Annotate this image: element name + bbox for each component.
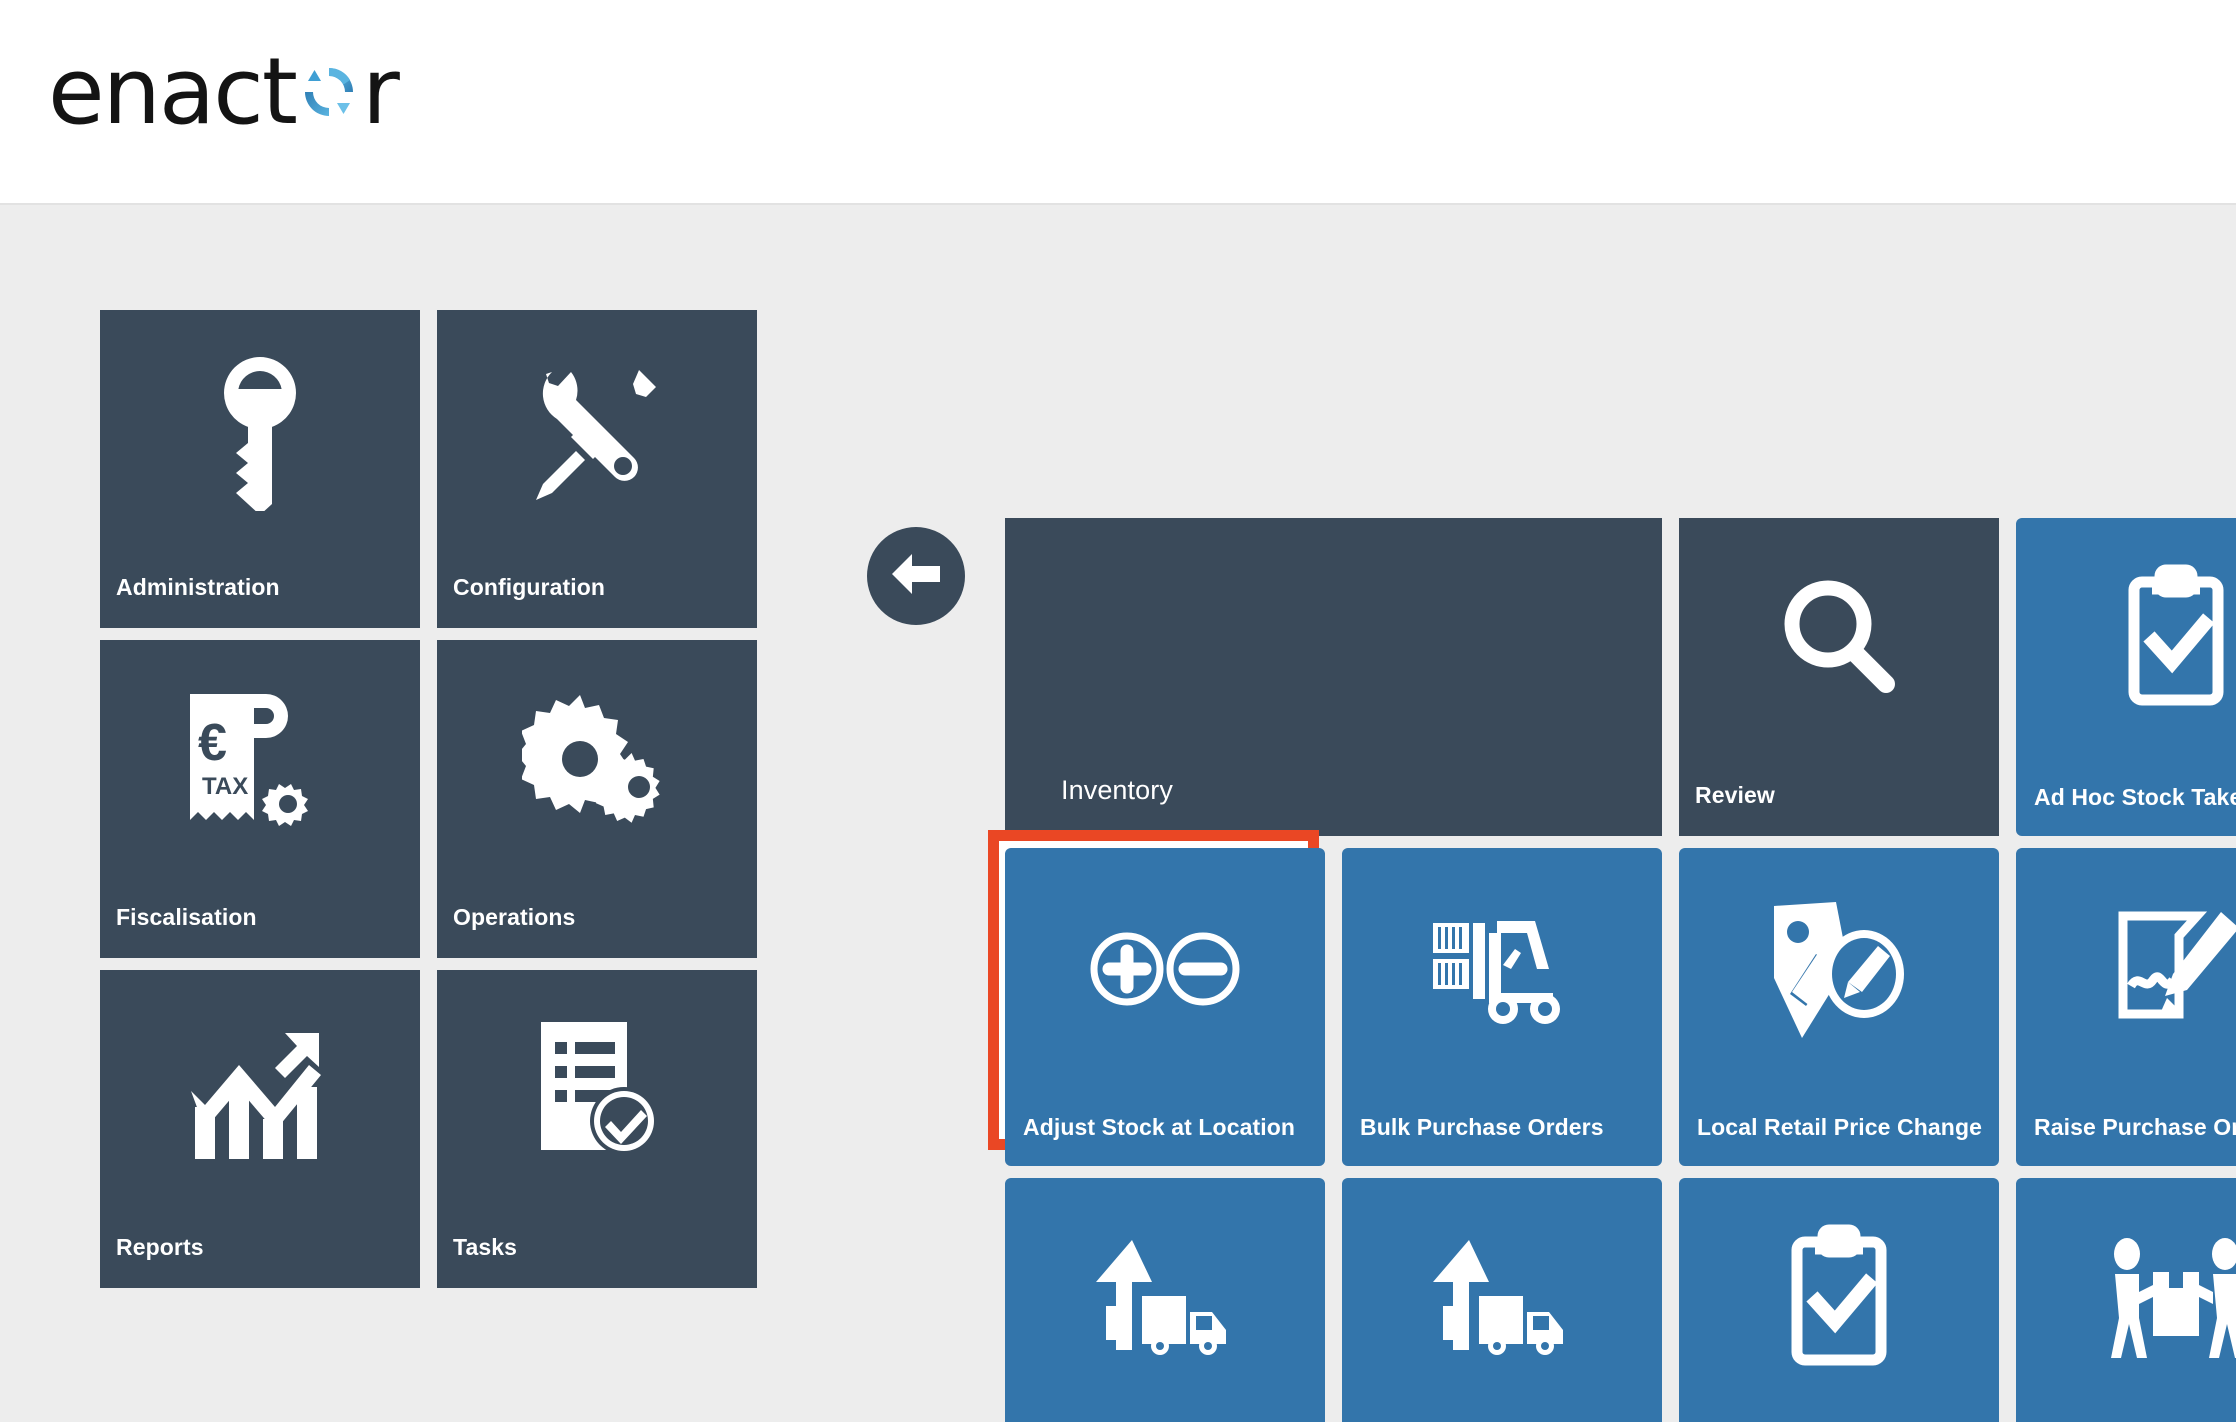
menu-tile-label: Tasks [453, 1234, 518, 1261]
inventory-tile-label: Review [1695, 782, 1775, 809]
inventory-tile-review[interactable]: Review [1679, 518, 1999, 836]
logo-text-before: enact [48, 37, 298, 145]
two-people-box-icon [2016, 1178, 2236, 1420]
bar-chart-arrow-icon [100, 970, 420, 1212]
menu-tile-label: Administration [116, 574, 280, 601]
page-title: Inventory [1061, 774, 1173, 805]
menu-tile-administration[interactable]: Administration [100, 310, 420, 628]
inventory-tile-label: Ad Hoc Stock Take [2034, 784, 2236, 811]
inventory-tile-label: Adjust Stock at Location [1023, 1114, 1296, 1141]
menu-tile-configuration[interactable]: Configuration [437, 310, 757, 628]
clipboard-check-icon [1679, 1178, 1999, 1420]
enactor-logo: enact r [48, 37, 400, 158]
inventory-tile-ad-hoc-stock-take[interactable]: Ad Hoc Stock Take [2016, 518, 2236, 836]
app-header: enact r [0, 0, 2236, 205]
magnifier-icon [1679, 518, 1999, 760]
gears-icon [437, 640, 757, 882]
plus-minus-circles-icon [1005, 848, 1325, 1090]
menu-tile-operations[interactable]: Operations [437, 640, 757, 958]
price-tag-pencil-icon [1679, 848, 1999, 1090]
menu-tile-label: Operations [453, 904, 576, 931]
inventory-tile-label: Local Retail Price Change [1697, 1114, 1982, 1141]
arrow-left-icon [890, 552, 942, 601]
clipboard-check-icon [2016, 518, 2236, 760]
warehouse-truck-icon [1005, 1178, 1325, 1420]
tax-receipt-gear-icon: TAX € [100, 640, 420, 882]
svg-text:TAX: TAX [202, 773, 248, 800]
inventory-tile-request-stock[interactable]: Request Stock [2016, 1178, 2236, 1422]
inventory-tile-local-retail-price-change[interactable]: Local Retail Price Change [1679, 848, 1999, 1166]
menu-board: Administration Configuration TAX € Fisca… [0, 205, 2236, 1422]
key-icon [100, 310, 420, 552]
back-button[interactable] [867, 527, 965, 625]
inventory-tile-receive-supplier-delivery[interactable]: Receive Supplier Delivery [1342, 1178, 1662, 1422]
svg-text:€: € [198, 714, 227, 772]
menu-tile-label: Reports [116, 1234, 204, 1261]
forklift-icon [1342, 848, 1662, 1090]
inventory-tile-adjust-stock-at-location[interactable]: Adjust Stock at Location [1005, 848, 1325, 1166]
inventory-tile-receive-distribution[interactable]: Receive Distribution [1005, 1178, 1325, 1422]
inventory-tile-bulk-purchase-orders[interactable]: Bulk Purchase Orders [1342, 848, 1662, 1166]
inventory-tile-raise-purchase-order[interactable]: Raise Purchase Order [2016, 848, 2236, 1166]
refresh-circle-icon [298, 61, 360, 123]
main-menu-grid: Administration Configuration TAX € Fisca… [100, 310, 757, 1288]
inventory-tile-request-stock-take[interactable]: Request Stock Take [1679, 1178, 1999, 1422]
inventory-tile-label: Raise Purchase Order [2034, 1114, 2236, 1141]
inventory-grid: Inventory Review Ad Hoc Stock Take Adjus… [1005, 518, 2236, 1422]
menu-tile-label: Configuration [453, 574, 606, 601]
inventory-tile-label: Bulk Purchase Orders [1360, 1114, 1604, 1141]
menu-tile-tasks[interactable]: Tasks [437, 970, 757, 1288]
logo-wordmark: enact r [48, 37, 400, 145]
menu-tile-reports[interactable]: Reports [100, 970, 420, 1288]
inventory-header-tile: Inventory [1005, 518, 1662, 836]
logo-text-after: r [361, 37, 400, 145]
menu-tile-fiscalisation[interactable]: TAX € Fiscalisation [100, 640, 420, 958]
menu-tile-label: Fiscalisation [116, 904, 257, 931]
wrench-screwdriver-icon [437, 310, 757, 552]
document-check-icon [437, 970, 757, 1212]
document-pen-sign-icon [2016, 848, 2236, 1090]
warehouse-truck-icon [1342, 1178, 1662, 1420]
